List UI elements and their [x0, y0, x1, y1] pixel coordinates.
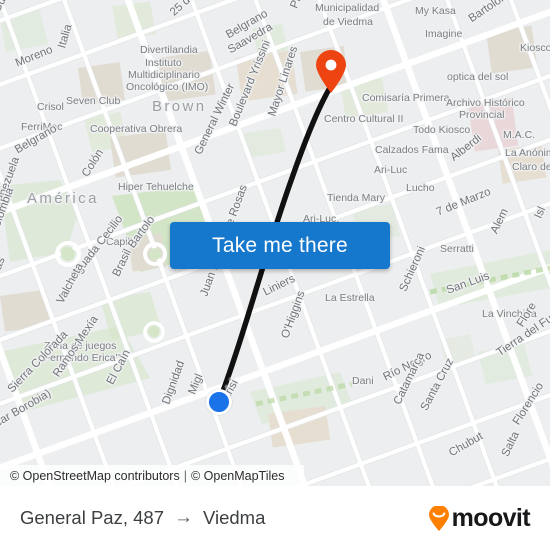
- trip-summary: General Paz, 487 → Viedma: [20, 507, 265, 529]
- moovit-wordmark: moovit: [451, 504, 531, 532]
- footer-bar: General Paz, 487 → Viedma moovit: [0, 486, 550, 550]
- attribution-tiles[interactable]: © OpenMapTiles: [191, 469, 285, 483]
- destination-label: Viedma: [202, 507, 266, 528]
- map-canvas[interactable]: .road { stroke:#ffffff; stroke-width:4.2…: [0, 0, 550, 486]
- attribution-separator: |: [183, 468, 187, 483]
- moovit-pin-icon: [428, 505, 449, 531]
- take-me-there-button[interactable]: Take me there: [170, 222, 390, 269]
- destination-pin-icon[interactable]: [314, 50, 348, 94]
- attribution-osm[interactable]: © OpenStreetMap contributors: [10, 469, 180, 483]
- origin-location-dot[interactable]: [206, 389, 232, 415]
- moovit-trip-preview: .road { stroke:#ffffff; stroke-width:4.2…: [0, 0, 550, 550]
- map-attribution: © OpenStreetMap contributors | © OpenMap…: [0, 465, 304, 486]
- arrow-right-icon: →: [173, 507, 193, 528]
- origin-label: General Paz, 487: [20, 507, 164, 528]
- moovit-logo[interactable]: moovit: [427, 504, 531, 533]
